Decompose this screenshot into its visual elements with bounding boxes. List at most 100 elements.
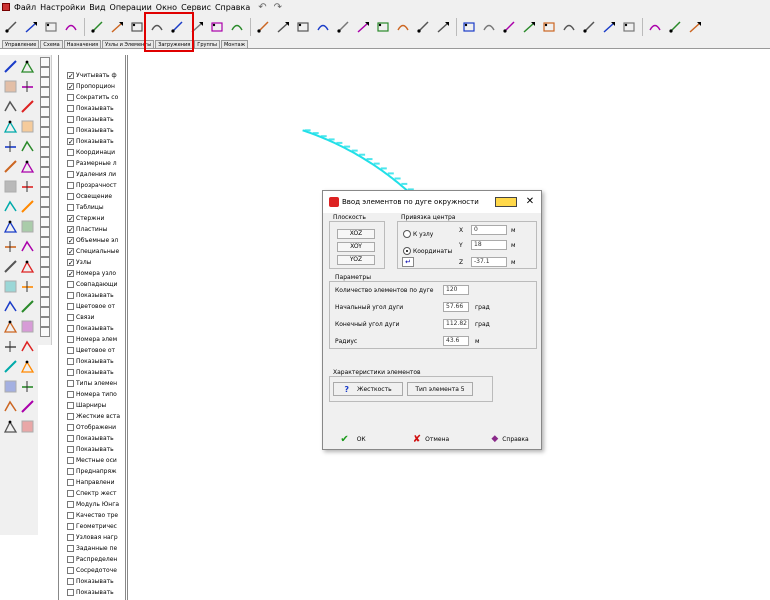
tree-item[interactable]: Показывать bbox=[67, 125, 125, 135]
tree-item[interactable]: Показывать bbox=[67, 576, 125, 586]
paint-icon[interactable] bbox=[20, 319, 35, 334]
quad-icon[interactable] bbox=[3, 299, 18, 314]
help-button[interactable]: ◆ Справка bbox=[483, 432, 537, 446]
spectrum-icon[interactable] bbox=[622, 20, 636, 34]
material-icon[interactable] bbox=[542, 20, 556, 34]
sub-tool-icon[interactable] bbox=[40, 327, 50, 337]
stiffness-button[interactable]: ? Жесткость bbox=[333, 382, 403, 396]
sub-tool-icon[interactable] bbox=[40, 237, 50, 247]
tab-scheme[interactable]: Схема bbox=[40, 40, 63, 48]
tab-assignments[interactable]: Назначения bbox=[63, 40, 102, 48]
tree-item[interactable]: Связи bbox=[67, 312, 125, 322]
menu-file[interactable]: Файл bbox=[14, 3, 36, 12]
frame-icon[interactable] bbox=[3, 179, 18, 194]
tab-assembly[interactable]: Монтаж bbox=[220, 40, 249, 48]
tree-item[interactable]: Номера элем bbox=[67, 334, 125, 344]
spring-icon[interactable] bbox=[20, 99, 35, 114]
tree-item[interactable]: ✓ Учитывать ф bbox=[67, 70, 125, 80]
cancel-button[interactable]: ✘ Отмена bbox=[405, 432, 457, 446]
checkbox[interactable] bbox=[67, 159, 74, 167]
checkbox[interactable] bbox=[67, 324, 74, 332]
plane-xoz-button[interactable]: XOZ bbox=[337, 229, 375, 239]
checkbox-checked[interactable]: ✓ bbox=[67, 214, 74, 222]
checkbox-checked[interactable]: ✓ bbox=[67, 82, 74, 90]
checkbox[interactable] bbox=[67, 170, 74, 178]
add-bar-circle-icon[interactable] bbox=[130, 20, 144, 34]
table-icon[interactable] bbox=[602, 20, 616, 34]
x-input[interactable]: 0 bbox=[471, 225, 507, 235]
stiffness-icon[interactable] bbox=[522, 20, 536, 34]
truss-icon[interactable] bbox=[20, 179, 35, 194]
load-icon[interactable] bbox=[562, 20, 576, 34]
rotate-icon[interactable] bbox=[336, 20, 350, 34]
sub-tool-icon[interactable] bbox=[40, 197, 50, 207]
radius-input[interactable]: 43.6 bbox=[443, 336, 469, 346]
tab-groups[interactable]: Группы bbox=[194, 40, 220, 48]
plane-yoz-button[interactable]: YOZ bbox=[337, 255, 375, 265]
sub-tool-icon[interactable] bbox=[40, 107, 50, 117]
checkbox[interactable] bbox=[67, 379, 74, 387]
link-icon[interactable] bbox=[20, 159, 35, 174]
checkbox[interactable] bbox=[67, 456, 74, 464]
chart-icon[interactable] bbox=[3, 379, 18, 394]
z-input[interactable]: -37.1 bbox=[471, 257, 507, 267]
sub-tool-icon[interactable] bbox=[40, 177, 50, 187]
sub-tool-icon[interactable] bbox=[40, 157, 50, 167]
tree-item[interactable]: ✓ Стержни bbox=[67, 213, 125, 223]
support-icon[interactable] bbox=[582, 20, 596, 34]
checkbox[interactable] bbox=[67, 302, 74, 310]
grid-icon[interactable] bbox=[20, 359, 35, 374]
tree-item[interactable]: Направлени bbox=[67, 477, 125, 487]
checkbox[interactable] bbox=[67, 368, 74, 376]
tree-item[interactable]: Показывать bbox=[67, 114, 125, 124]
tree-item[interactable]: Цветовое от bbox=[67, 345, 125, 355]
checkbox[interactable] bbox=[67, 335, 74, 343]
split-plate-icon[interactable] bbox=[462, 20, 476, 34]
checkbox[interactable] bbox=[67, 280, 74, 288]
sub-tool-icon[interactable] bbox=[40, 287, 50, 297]
sub-tool-icon[interactable] bbox=[40, 257, 50, 267]
sub-tool-icon[interactable] bbox=[40, 97, 50, 107]
add-link-icon[interactable] bbox=[210, 20, 224, 34]
tree-item[interactable]: Номера типо bbox=[67, 389, 125, 399]
tree-item[interactable]: Показывать bbox=[67, 367, 125, 377]
dna-icon[interactable] bbox=[20, 399, 35, 414]
checkbox[interactable] bbox=[67, 467, 74, 475]
mirror-icon[interactable] bbox=[316, 20, 330, 34]
tree-item[interactable]: Распределен bbox=[67, 554, 125, 564]
menu-help[interactable]: Справка bbox=[215, 3, 250, 12]
column-icon[interactable] bbox=[20, 239, 35, 254]
add-bar-arc-icon[interactable] bbox=[110, 20, 124, 34]
cancel-icon[interactable] bbox=[688, 20, 702, 34]
checkbox[interactable] bbox=[67, 203, 74, 211]
tree-item[interactable]: Цветовое от bbox=[67, 301, 125, 311]
checkbox[interactable] bbox=[67, 346, 74, 354]
checkbox-checked[interactable]: ✓ bbox=[67, 137, 74, 145]
end-angle-input[interactable]: 112.82 bbox=[443, 319, 469, 329]
ok-button[interactable]: ✔ ОК bbox=[331, 432, 375, 446]
radio-to-node[interactable] bbox=[403, 230, 411, 238]
check-icon[interactable] bbox=[668, 20, 682, 34]
checkbox[interactable] bbox=[67, 577, 74, 585]
checkbox-checked[interactable]: ✓ bbox=[67, 225, 74, 233]
split-node-icon[interactable] bbox=[64, 20, 78, 34]
sub-tool-icon[interactable] bbox=[40, 127, 50, 137]
tree-item[interactable]: Заданные пе bbox=[67, 543, 125, 553]
tree-item[interactable]: Показывать bbox=[67, 433, 125, 443]
add-bar-icon[interactable] bbox=[90, 20, 104, 34]
tree-item[interactable]: Удаления ли bbox=[67, 169, 125, 179]
sub-tool-icon[interactable] bbox=[40, 67, 50, 77]
sub-tool-icon[interactable] bbox=[40, 267, 50, 277]
tree-item[interactable]: Отображени bbox=[67, 422, 125, 432]
checkbox[interactable] bbox=[67, 434, 74, 442]
cut-icon[interactable] bbox=[436, 20, 450, 34]
sub-tool-icon[interactable] bbox=[40, 247, 50, 257]
checkbox[interactable] bbox=[67, 357, 74, 365]
tree-item[interactable]: ✓ Показывать bbox=[67, 136, 125, 146]
plate-icon[interactable] bbox=[3, 79, 18, 94]
checkbox-checked[interactable]: ✓ bbox=[67, 258, 74, 266]
checkbox[interactable] bbox=[67, 423, 74, 431]
sub-tool-icon[interactable] bbox=[40, 317, 50, 327]
slab-icon[interactable] bbox=[20, 259, 35, 274]
plane-xoy-button[interactable]: XOY bbox=[337, 242, 375, 252]
